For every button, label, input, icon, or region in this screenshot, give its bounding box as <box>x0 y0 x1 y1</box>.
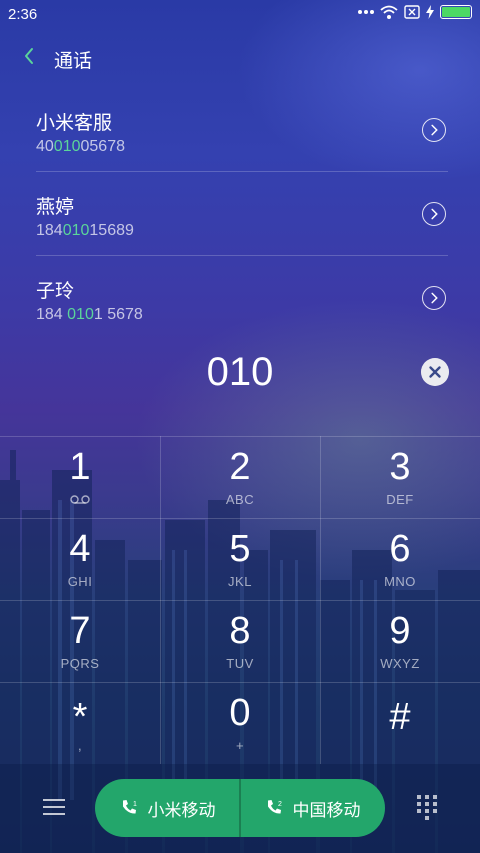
key-letters: WXYZ <box>380 656 420 671</box>
contact-number: 184 0101 5678 <box>36 306 143 323</box>
number-match-highlight: 010 <box>53 138 81 155</box>
key-digit: 8 <box>229 610 251 652</box>
contact-number: 4001005678 <box>36 138 125 155</box>
bottom-bar: 1 小米移动 2 中国移动 <box>0 764 480 853</box>
charging-bolt-icon <box>426 5 434 19</box>
dial-keypad: 1 2 ABC 3 DEF 4 GHI 5 JKL 6 MNO 7 PQRS 8… <box>0 436 480 764</box>
back-chevron-icon[interactable] <box>18 44 42 68</box>
key-letters: + <box>235 738 245 753</box>
key-digit: 2 <box>229 446 251 488</box>
status-bar: 2:36 <box>0 0 480 30</box>
divider <box>36 255 448 256</box>
svg-text:1: 1 <box>133 801 137 808</box>
contact-name: 子玲 <box>36 281 75 302</box>
key-letters: JKL <box>228 574 252 589</box>
phone-sim1-icon: 1 <box>122 800 137 814</box>
key-digit: * <box>72 696 88 738</box>
status-time: 2:36 <box>8 6 38 23</box>
key-7[interactable]: 7 PQRS <box>0 600 160 682</box>
wifi-icon <box>380 5 398 19</box>
contact-detail-chevron-icon[interactable] <box>422 118 446 142</box>
key-5[interactable]: 5 JKL <box>160 518 320 600</box>
key-digit: 0 <box>229 692 251 734</box>
contact-detail-chevron-icon[interactable] <box>422 202 446 226</box>
contact-item[interactable]: 燕婷 18401015689 <box>36 176 448 260</box>
call-sim1-button[interactable]: 1 小米移动 <box>95 779 240 837</box>
key-2[interactable]: 2 ABC <box>160 436 320 518</box>
more-dots-icon <box>358 10 374 14</box>
key-digit: 7 <box>69 610 91 652</box>
dialpad-grid-icon[interactable] <box>416 794 438 820</box>
key-letters: PQRS <box>60 656 100 671</box>
call-sim2-label: 中国移动 <box>292 800 361 820</box>
key-letters: MNO <box>384 574 416 589</box>
call-button-group: 1 小米移动 2 中国移动 <box>95 779 385 837</box>
battery-icon <box>440 5 472 19</box>
contact-item[interactable]: 小米客服 4001005678 <box>36 92 448 176</box>
contact-number: 18401015689 <box>36 222 134 239</box>
key-3[interactable]: 3 DEF <box>320 436 480 518</box>
key-digit: # <box>389 696 411 738</box>
key-digit: 6 <box>389 528 411 570</box>
key-digit: 3 <box>389 446 411 488</box>
key-digit: 9 <box>389 610 411 652</box>
battery-level <box>442 7 470 17</box>
svg-text:2: 2 <box>278 801 282 808</box>
phone-sim2-icon: 2 <box>267 800 282 814</box>
key-1[interactable]: 1 <box>0 436 160 518</box>
call-sim2-button[interactable]: 2 中国移动 <box>240 779 385 837</box>
key-hash[interactable]: # <box>320 682 480 764</box>
status-icons <box>358 5 472 19</box>
key-8[interactable]: 8 TUV <box>160 600 320 682</box>
number-match-highlight: 010 <box>62 222 90 239</box>
key-letters: GHI <box>67 574 93 589</box>
key-letters: , <box>77 738 83 753</box>
call-sim1-label: 小米移动 <box>147 800 216 820</box>
key-letters: ABC <box>225 492 255 507</box>
key-digit: 5 <box>229 528 251 570</box>
key-9[interactable]: 9 WXYZ <box>320 600 480 682</box>
sim-blocked-icon <box>404 5 420 19</box>
clear-x-icon[interactable] <box>421 358 449 386</box>
key-0[interactable]: 0 + <box>160 682 320 764</box>
number-match-highlight: 010 <box>67 306 94 323</box>
key-4[interactable]: 4 GHI <box>0 518 160 600</box>
menu-lines-icon[interactable] <box>43 798 65 816</box>
key-digit: 4 <box>69 528 91 570</box>
key-letters: DEF <box>386 492 414 507</box>
dialed-number-display: 010 <box>206 350 274 394</box>
key-letters: TUV <box>226 656 254 671</box>
voicemail-icon <box>70 495 90 504</box>
contact-name: 小米客服 <box>36 113 113 134</box>
key-digit: 1 <box>69 446 91 488</box>
contact-item[interactable]: 子玲 184 0101 5678 <box>36 260 448 344</box>
contact-detail-chevron-icon[interactable] <box>422 286 446 310</box>
divider <box>36 171 448 172</box>
contact-name: 燕婷 <box>36 197 75 218</box>
key-6[interactable]: 6 MNO <box>320 518 480 600</box>
page-title: 通话 <box>54 51 93 72</box>
header: 通话 <box>0 38 480 78</box>
key-star[interactable]: * , <box>0 682 160 764</box>
